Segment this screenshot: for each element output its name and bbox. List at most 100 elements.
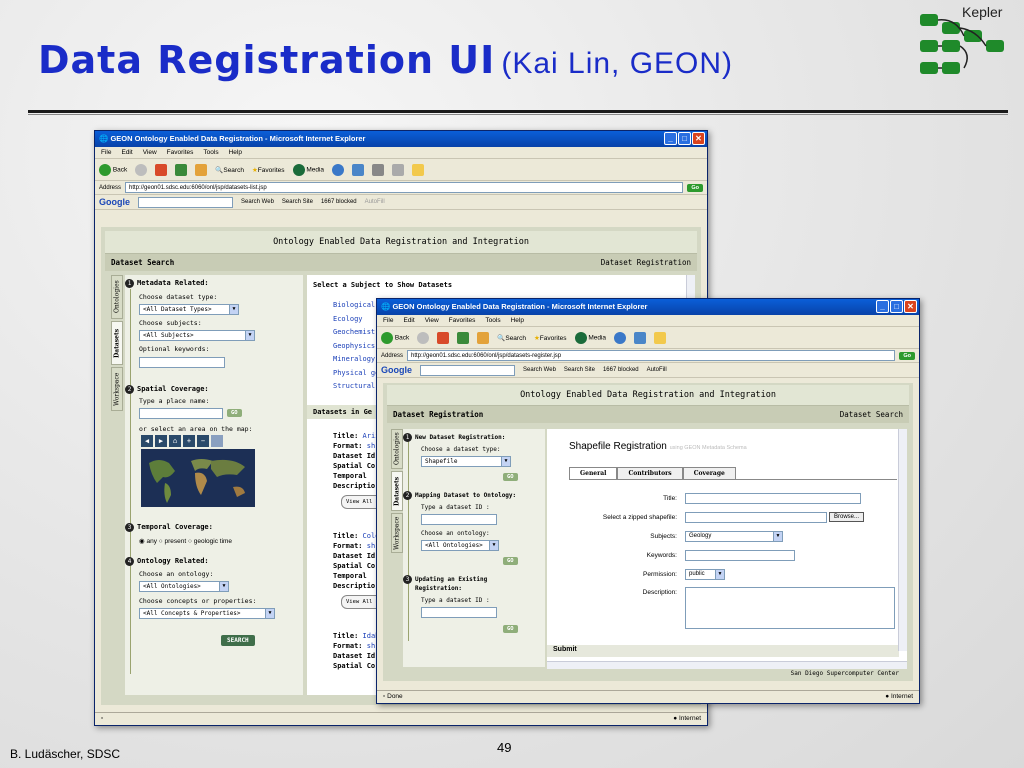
ontology-select[interactable]: <All Ontologies> ▼ bbox=[139, 581, 229, 592]
permission-select[interactable]: public ▼ bbox=[685, 569, 725, 580]
home-icon[interactable] bbox=[195, 163, 208, 176]
menu-help[interactable]: Help bbox=[229, 149, 242, 156]
forward-arrow-icon[interactable] bbox=[417, 331, 430, 344]
place-go-button[interactable]: GO bbox=[227, 409, 242, 417]
menu-view[interactable]: View bbox=[143, 149, 157, 156]
title-input[interactable] bbox=[685, 493, 861, 504]
search-button[interactable]: 🔍Search bbox=[215, 166, 244, 174]
menu-help[interactable]: Help bbox=[511, 317, 524, 324]
shapefile-input[interactable] bbox=[685, 512, 827, 523]
tab-general[interactable]: General bbox=[569, 467, 618, 479]
section-link-search[interactable]: Dataset Search bbox=[840, 410, 903, 419]
window-titlebar[interactable]: 🌐 GEON Ontology Enabled Data Registratio… bbox=[377, 299, 919, 315]
forward-arrow-icon[interactable] bbox=[135, 163, 148, 176]
folder-icon[interactable] bbox=[412, 163, 425, 176]
keywords-input[interactable] bbox=[139, 357, 225, 368]
google-search-input[interactable] bbox=[420, 364, 515, 376]
media-button[interactable]: Media bbox=[292, 163, 324, 176]
map-home-icon[interactable]: ⌂ bbox=[169, 435, 181, 447]
print-icon[interactable] bbox=[372, 163, 385, 176]
new-registration-go-button[interactable]: GO bbox=[503, 473, 518, 481]
browse-button[interactable]: Browse... bbox=[829, 512, 865, 522]
history-icon[interactable] bbox=[332, 163, 345, 176]
close-button[interactable]: ✕ bbox=[692, 132, 705, 145]
menu-edit[interactable]: Edit bbox=[121, 149, 132, 156]
popup-blocked-count[interactable]: 1667 blocked bbox=[321, 199, 357, 205]
menu-favorites[interactable]: Favorites bbox=[167, 149, 194, 156]
dataset-id-input[interactable] bbox=[421, 514, 497, 525]
minimize-button[interactable]: _ bbox=[876, 300, 889, 313]
favorites-button[interactable]: ★Favorites bbox=[534, 334, 567, 342]
map-zoom-out-icon[interactable]: − bbox=[197, 435, 209, 447]
menu-edit[interactable]: Edit bbox=[403, 317, 414, 324]
back-button[interactable]: Back bbox=[99, 163, 127, 176]
vtab-ontologies[interactable]: Ontologies bbox=[391, 429, 403, 469]
autofill-button[interactable]: AutoFill bbox=[647, 367, 667, 373]
map-select-icon[interactable] bbox=[211, 435, 223, 447]
vtab-datasets[interactable]: Datasets bbox=[111, 321, 123, 365]
section-link-registration[interactable]: Dataset Registration bbox=[601, 258, 691, 267]
subjects-select[interactable]: <All Subjects> ▼ bbox=[139, 330, 255, 341]
map-zoom-in-icon[interactable]: + bbox=[183, 435, 195, 447]
menu-file[interactable]: File bbox=[101, 149, 111, 156]
dataset-type-select[interactable]: <All Dataset Types> ▼ bbox=[139, 304, 239, 315]
edit-icon[interactable] bbox=[392, 163, 405, 176]
concepts-select[interactable]: <All Concepts & Properties> ▼ bbox=[139, 608, 275, 619]
media-button[interactable]: Media bbox=[574, 331, 606, 344]
menu-tools[interactable]: Tools bbox=[203, 149, 218, 156]
folder-icon[interactable] bbox=[654, 331, 667, 344]
refresh-icon[interactable] bbox=[457, 331, 470, 344]
stop-icon[interactable] bbox=[437, 331, 450, 344]
radio-any[interactable]: ◉ any bbox=[139, 538, 157, 545]
tab-contributors[interactable]: Contributors bbox=[617, 467, 683, 479]
google-logo[interactable]: Google bbox=[381, 365, 412, 375]
ontology-select[interactable]: <All Ontologies> ▼ bbox=[421, 540, 499, 551]
radio-geologic[interactable]: ○ geologic time bbox=[188, 538, 232, 545]
search-button[interactable]: 🔍Search bbox=[497, 334, 526, 342]
vtab-datasets[interactable]: Datasets bbox=[391, 471, 403, 511]
world-map[interactable] bbox=[141, 449, 255, 507]
search-web-button[interactable]: Search Web bbox=[523, 367, 556, 373]
refresh-icon[interactable] bbox=[175, 163, 188, 176]
vtab-workspace[interactable]: Workspace bbox=[111, 367, 123, 411]
radio-present[interactable]: ○ present bbox=[159, 538, 186, 545]
address-go-button[interactable]: Go bbox=[687, 183, 703, 192]
dataset-type-select[interactable]: Shapefile ▼ bbox=[421, 456, 511, 467]
menu-file[interactable]: File bbox=[383, 317, 393, 324]
submit-button[interactable]: Submit bbox=[553, 646, 577, 653]
menu-tools[interactable]: Tools bbox=[485, 317, 500, 324]
subjects-select[interactable]: Geology ▼ bbox=[685, 531, 783, 542]
search-site-button[interactable]: Search Site bbox=[564, 367, 595, 373]
search-web-button[interactable]: Search Web bbox=[241, 199, 274, 205]
home-icon[interactable] bbox=[477, 331, 490, 344]
menu-view[interactable]: View bbox=[425, 317, 439, 324]
description-textarea[interactable] bbox=[685, 587, 895, 629]
address-input[interactable]: http://geon01.sdsc.edu:6060/onl/jsp/data… bbox=[407, 350, 896, 361]
update-go-button[interactable]: GO bbox=[503, 625, 518, 633]
update-dataset-id-input[interactable] bbox=[421, 607, 497, 618]
tab-coverage[interactable]: Coverage bbox=[682, 467, 736, 479]
place-name-input[interactable] bbox=[139, 408, 223, 419]
maximize-button[interactable]: □ bbox=[678, 132, 691, 145]
google-logo[interactable]: Google bbox=[99, 197, 130, 207]
horizontal-scrollbar[interactable] bbox=[547, 661, 907, 669]
keywords-input[interactable] bbox=[685, 550, 795, 561]
search-submit-button[interactable]: SEARCH bbox=[221, 635, 255, 646]
favorites-button[interactable]: ★Favorites bbox=[252, 166, 285, 174]
address-go-button[interactable]: Go bbox=[899, 351, 915, 360]
back-button[interactable]: Back bbox=[381, 331, 409, 344]
maximize-button[interactable]: □ bbox=[890, 300, 903, 313]
address-input[interactable]: http://geon01.sdsc.edu:6060/onl/jsp/data… bbox=[125, 182, 684, 193]
popup-blocked-count[interactable]: 1667 blocked bbox=[603, 367, 639, 373]
search-site-button[interactable]: Search Site bbox=[282, 199, 313, 205]
autofill-button[interactable]: AutoFill bbox=[365, 199, 385, 205]
window-titlebar[interactable]: 🌐 GEON Ontology Enabled Data Registratio… bbox=[95, 131, 707, 147]
history-icon[interactable] bbox=[614, 331, 627, 344]
close-button[interactable]: ✕ bbox=[904, 300, 917, 313]
minimize-button[interactable]: _ bbox=[664, 132, 677, 145]
mapping-go-button[interactable]: GO bbox=[503, 557, 518, 565]
stop-icon[interactable] bbox=[155, 163, 168, 176]
google-search-input[interactable] bbox=[138, 196, 233, 208]
map-left-icon[interactable]: ◀ bbox=[141, 435, 153, 447]
vtab-workspace[interactable]: Workspace bbox=[391, 513, 403, 553]
